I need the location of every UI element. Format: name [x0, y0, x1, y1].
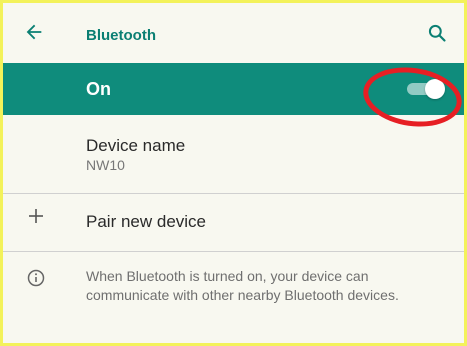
search-icon[interactable]	[427, 23, 447, 43]
info-icon	[27, 269, 45, 287]
plus-icon	[27, 207, 45, 225]
bluetooth-settings-screen: Bluetooth On Device name NW10 Pair new d…	[0, 0, 467, 346]
app-bar: Bluetooth	[3, 3, 464, 63]
pair-new-device-row[interactable]: Pair new device	[3, 194, 464, 251]
divider	[3, 251, 464, 252]
device-name-title: Device name	[86, 136, 186, 155]
device-name-row[interactable]: Device name NW10	[3, 115, 464, 193]
pair-new-device-label: Pair new device	[86, 212, 207, 231]
page-title: Bluetooth	[86, 27, 156, 44]
device-name-value: NW10	[86, 157, 125, 173]
bluetooth-info-text: When Bluetooth is turned on, your device…	[86, 268, 399, 303]
bluetooth-state-label: On	[86, 79, 111, 99]
back-arrow-icon[interactable]	[23, 21, 45, 43]
